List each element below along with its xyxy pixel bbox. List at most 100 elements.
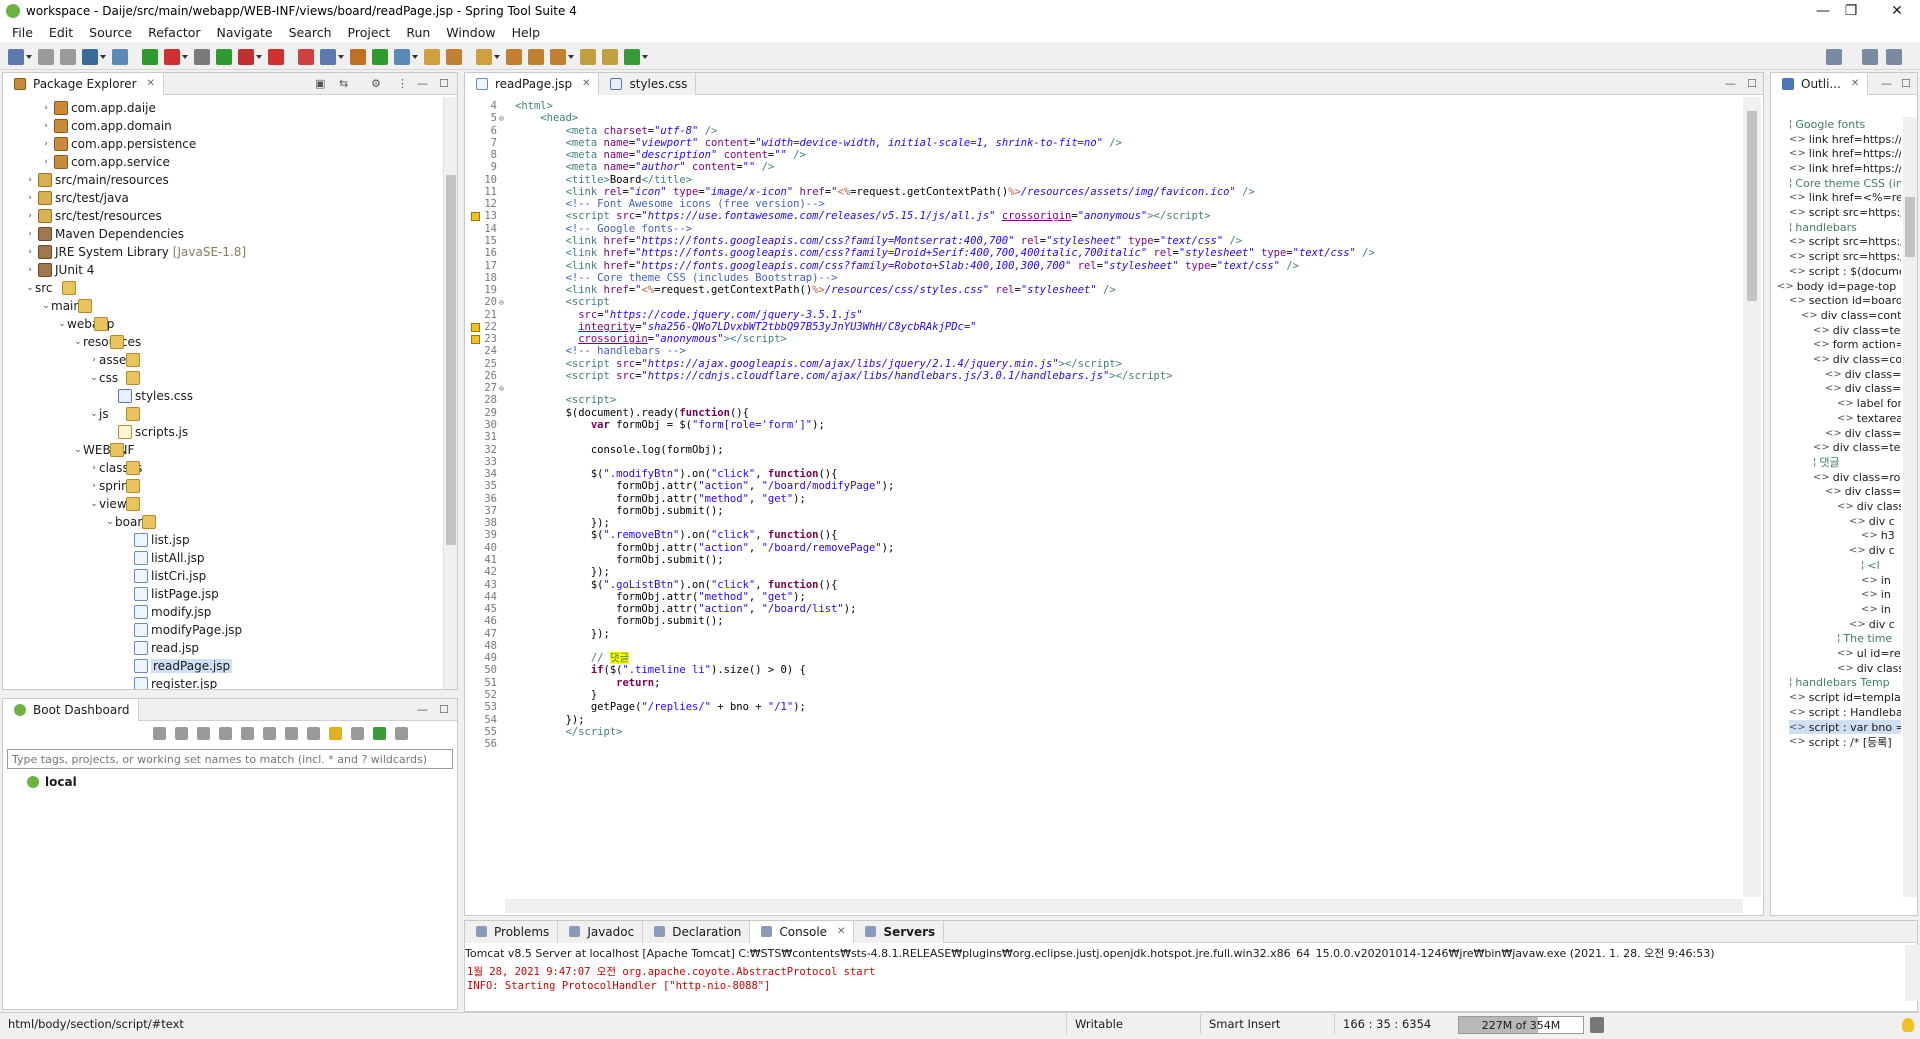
close-icon[interactable]: ✕: [1851, 78, 1859, 89]
bottom-tab[interactable]: Declaration: [643, 920, 751, 943]
console-scrollbar[interactable]: [1905, 945, 1919, 1001]
maximize-view-icon[interactable]: ☐: [439, 703, 449, 716]
outline-item[interactable]: <>script : $(document: [1789, 264, 1901, 279]
collapsed-arrow-icon[interactable]: ›: [41, 139, 51, 149]
tab-outline[interactable]: Outli... ✕: [1771, 72, 1869, 95]
expanded-arrow-icon[interactable]: ⌄: [73, 445, 83, 455]
outline-item[interactable]: <> section id=board: [1789, 293, 1901, 308]
expanded-arrow-icon[interactable]: ⌄: [105, 517, 115, 527]
external-tools-icon[interactable]: [298, 49, 314, 65]
close-icon[interactable]: ✕: [582, 78, 590, 89]
tree-item[interactable]: ⌄resources: [73, 333, 141, 351]
properties-icon[interactable]: [307, 727, 320, 740]
forward-icon[interactable]: [602, 49, 618, 65]
outline-item[interactable]: <> textarea: [1837, 411, 1901, 426]
menu-help[interactable]: Help: [504, 25, 549, 40]
collapsed-arrow-icon[interactable]: ›: [25, 211, 35, 221]
expanded-arrow-icon[interactable]: ⌄: [41, 301, 51, 311]
tree-item[interactable]: › com.app.service: [41, 153, 170, 171]
new-java-project-icon[interactable]: [320, 49, 344, 65]
menu-source[interactable]: Source: [81, 25, 140, 40]
fold-toggle-icon[interactable]: ⊖: [499, 113, 504, 125]
menu-window[interactable]: Window: [438, 25, 503, 40]
new-class-icon[interactable]: [372, 49, 388, 65]
open-perspective-icon[interactable]: [1862, 49, 1878, 65]
outline-item[interactable]: <> in: [1861, 602, 1891, 617]
tab-boot-dashboard[interactable]: Boot Dashboard: [3, 698, 139, 721]
link-with-editor-icon[interactable]: ⇆: [339, 77, 348, 90]
pin-editor-icon[interactable]: [624, 49, 648, 65]
tree-item[interactable]: › com.app.domain: [41, 117, 172, 135]
tree-item[interactable]: modify.jsp: [121, 603, 211, 621]
outline-item[interactable]: <>div class=col-: [1813, 352, 1901, 367]
outline-item[interactable]: <>div class=fo: [1825, 382, 1901, 397]
run-icon[interactable]: [216, 49, 232, 65]
fold-toggle-icon[interactable]: ⊖: [499, 383, 504, 395]
outline-item[interactable]: <>div class=c: [1825, 485, 1901, 500]
debug-icon[interactable]: [194, 49, 210, 65]
package-explorer-scrollbar[interactable]: [443, 97, 457, 689]
collapsed-arrow-icon[interactable]: ›: [89, 481, 99, 491]
search-icon[interactable]: [446, 49, 462, 65]
back-icon[interactable]: [580, 49, 596, 65]
minimize-editor-icon[interactable]: —: [1725, 77, 1736, 90]
editor-vertical-scrollbar[interactable]: [1743, 97, 1761, 897]
outline-item[interactable]: <> script : /* [등록]: [1789, 734, 1892, 749]
outline-item[interactable]: <>link href=<%=reque: [1789, 191, 1901, 206]
view-menu-icon[interactable]: [395, 727, 408, 740]
outline-item[interactable]: <>script src=https://aj: [1789, 235, 1901, 250]
console-output[interactable]: 1월 28, 2021 9:47:07 오전 org.apache.coyote…: [467, 965, 1887, 993]
tree-item[interactable]: ⌄ main: [41, 297, 92, 315]
warning-marker-icon[interactable]: [471, 335, 480, 345]
outline-item[interactable]: <> script : Handleba: [1789, 705, 1901, 720]
annotation-icon[interactable]: [476, 49, 500, 65]
outline-item[interactable]: ¦ 댓글: [1813, 455, 1840, 470]
outline-item[interactable]: ¦ Core theme CSS (in: [1789, 176, 1901, 191]
collapsed-arrow-icon[interactable]: ›: [25, 229, 35, 239]
tree-item[interactable]: readPage.jsp: [121, 657, 233, 675]
next-annotation-icon[interactable]: [506, 49, 522, 65]
outline-item[interactable]: ¦ The time: [1837, 632, 1892, 647]
tree-item[interactable]: ⌄ WEB-INF: [73, 441, 134, 459]
collapse-all-icon[interactable]: ▣: [315, 77, 325, 90]
new-icon[interactable]: [8, 49, 32, 65]
outline-item[interactable]: <>form action=r: [1813, 338, 1901, 353]
last-edit-icon[interactable]: [550, 49, 574, 65]
tree-item[interactable]: › classes: [89, 459, 142, 477]
outline-item[interactable]: <> div c: [1849, 514, 1895, 529]
stop-icon[interactable]: [164, 49, 188, 65]
bottom-tab[interactable]: Servers: [854, 920, 945, 943]
editor-horizontal-scrollbar[interactable]: [505, 899, 1743, 913]
stop-icon[interactable]: [197, 727, 210, 740]
tree-item[interactable]: register.jsp: [121, 675, 217, 689]
outline-item[interactable]: <>div class=contair: [1801, 308, 1901, 323]
outline-item[interactable]: <>link href=https://for: [1789, 132, 1901, 147]
outline-item[interactable]: <>link href=https://for: [1789, 146, 1901, 161]
outline-item[interactable]: <> in: [1861, 573, 1891, 588]
open-task-icon[interactable]: [424, 49, 440, 65]
expanded-arrow-icon[interactable]: ⌄: [57, 319, 67, 329]
outline-item[interactable]: <>script src=https://cc: [1789, 205, 1901, 220]
warning-marker-icon[interactable]: [471, 212, 480, 222]
tree-item[interactable]: › Maven Dependencies: [25, 225, 184, 243]
prev-annotation-icon[interactable]: [528, 49, 544, 65]
close-icon[interactable]: ✕: [837, 926, 845, 937]
expanded-arrow-icon[interactable]: ⌄: [73, 337, 83, 347]
outline-item[interactable]: ¦ <l: [1861, 558, 1880, 573]
tree-item[interactable]: listPage.jsp: [121, 585, 219, 603]
outline-item[interactable]: ¦ handlebars: [1789, 220, 1857, 235]
tree-item[interactable]: read.jsp: [121, 639, 199, 657]
tree-item[interactable]: ⌄ js: [89, 405, 140, 423]
stop-server-icon[interactable]: [268, 49, 284, 65]
outline-item[interactable]: <> div class: [1837, 499, 1901, 514]
save-icon[interactable]: [38, 49, 54, 65]
garbage-collect-icon[interactable]: [1590, 1017, 1604, 1033]
skip-breakpoints-icon[interactable]: [112, 49, 128, 65]
tree-item[interactable]: › JRE System Library [JavaSE-1.8]: [25, 243, 246, 261]
expanded-arrow-icon[interactable]: ⌄: [89, 409, 99, 419]
collapsed-arrow-icon[interactable]: ›: [89, 463, 99, 473]
bottom-tab[interactable]: Problems: [465, 920, 559, 943]
outline-item[interactable]: <>div class=fo: [1825, 367, 1901, 382]
warning-marker-icon[interactable]: [471, 322, 480, 332]
minimize-view-icon[interactable]: —: [1881, 77, 1892, 90]
